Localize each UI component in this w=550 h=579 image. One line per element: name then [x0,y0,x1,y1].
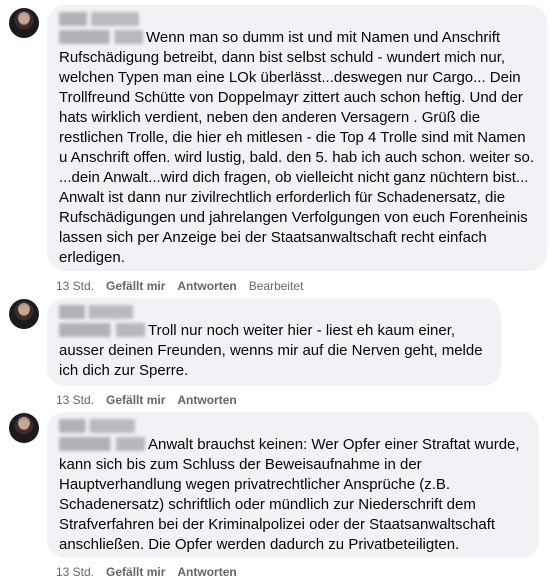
reply-button[interactable]: Antworten [177,393,236,407]
like-button[interactable]: Gefällt mir [106,393,165,407]
like-button[interactable]: Gefällt mir [106,279,165,293]
comment-text-content: Wenn man so dumm ist und mit Namen und A… [59,29,534,266]
comment-bubble: Troll nur noch weiter hier - liest eh ka… [47,298,501,386]
reply-button[interactable]: Antworten [177,565,236,579]
comment-actions: 13 Std. Gefällt mir Antworten [56,565,249,579]
redacted-mention [59,323,145,337]
author-name-redacted[interactable] [59,419,135,433]
comment-text: Anwalt brauchst keinen: Wer Opfer einer … [59,435,527,555]
author-name-redacted[interactable] [59,305,133,319]
avatar[interactable] [9,8,39,38]
comment-actions: 13 Std. Gefällt mir Antworten [56,393,249,407]
author-name-redacted[interactable] [59,12,139,26]
redacted-mention [59,30,143,44]
comment-bubble: Anwalt brauchst keinen: Wer Opfer einer … [47,412,539,558]
comment-text-content: Anwalt brauchst keinen: Wer Opfer einer … [59,436,520,553]
redacted-mention [59,437,145,451]
timestamp[interactable]: 13 Std. [56,279,94,293]
reply-button[interactable]: Antworten [177,279,236,293]
comment-actions: 13 Std. Gefällt mir Antworten Bearbeitet [56,279,315,293]
like-button[interactable]: Gefällt mir [106,565,165,579]
comment-text: Troll nur noch weiter hier - liest eh ka… [59,321,489,381]
comment-text: Wenn man so dumm ist und mit Namen und A… [59,28,535,268]
timestamp[interactable]: 13 Std. [56,565,94,579]
comment-bubble: Wenn man so dumm ist und mit Namen und A… [47,5,547,271]
avatar[interactable] [9,413,39,443]
timestamp[interactable]: 13 Std. [56,393,94,407]
avatar[interactable] [9,299,39,329]
edited-label: Bearbeitet [248,279,304,293]
